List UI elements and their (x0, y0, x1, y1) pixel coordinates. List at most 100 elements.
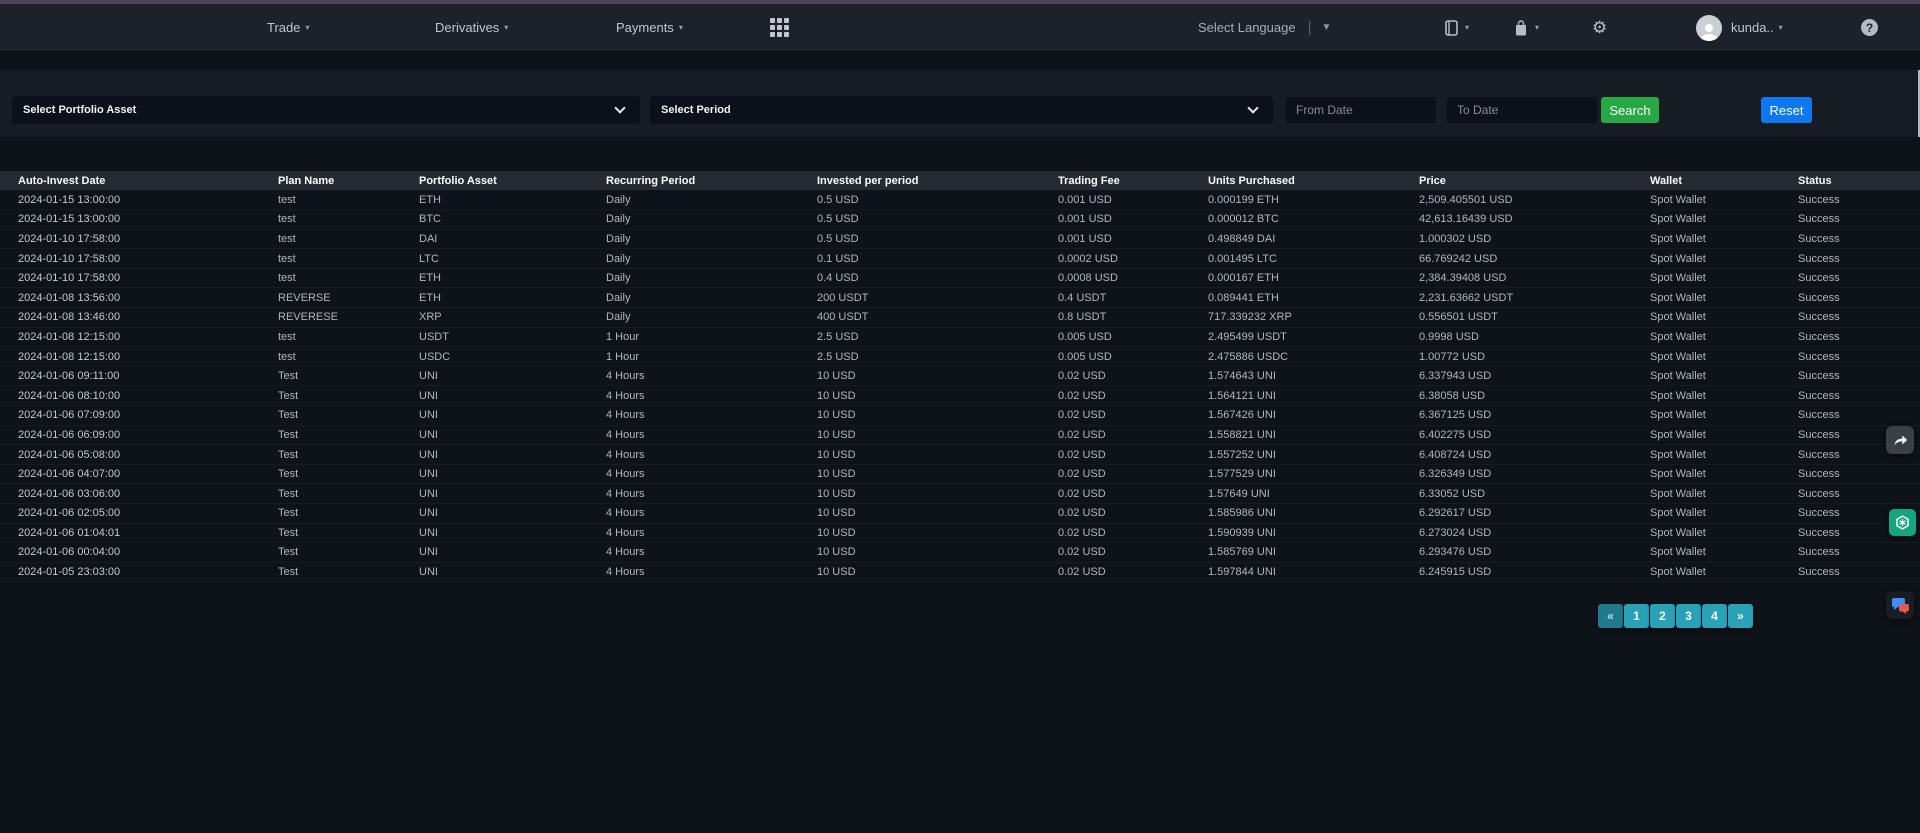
table-cell: 400 USDT (799, 308, 1040, 328)
table-cell: 10 USD (799, 523, 1040, 543)
help-button[interactable]: ? (1861, 4, 1878, 51)
chevron-down-icon: ▾ (1535, 23, 1539, 32)
portfolio-asset-select[interactable]: Select Portfolio Asset (12, 96, 640, 124)
table-cell: Daily (588, 249, 799, 269)
pagination-page-button[interactable]: 3 (1676, 604, 1701, 628)
table-cell: 4 Hours (588, 464, 799, 484)
chatgpt-extension-button[interactable] (1889, 509, 1916, 536)
share-arrow-icon (1891, 431, 1909, 449)
table-cell: 0.02 USD (1040, 504, 1190, 524)
chevron-down-icon: ▾ (504, 23, 508, 32)
orders-menu[interactable]: ▾ (1512, 4, 1539, 51)
table-cell: 0.000199 ETH (1190, 190, 1401, 210)
table-cell: 2,384.39408 USD (1401, 268, 1632, 288)
period-select[interactable]: Select Period (650, 96, 1273, 124)
top-navbar: Trade ▾ Derivatives ▾ Payments ▾ Select … (0, 4, 1920, 51)
pagination-next-button[interactable]: » (1728, 604, 1753, 628)
table-cell: 10 USD (799, 543, 1040, 563)
table-cell: 0.02 USD (1040, 562, 1190, 582)
settings-button[interactable]: ⚙ (1592, 4, 1607, 51)
table-cell: Test (260, 406, 401, 426)
pagination-prev-button[interactable]: « (1598, 604, 1623, 628)
table-cell: 2024-01-06 04:07:00 (0, 464, 260, 484)
to-date-input[interactable] (1447, 97, 1597, 123)
wallet-menu[interactable]: ▾ (1442, 4, 1469, 51)
filter-panel: Select Portfolio Asset Select Period Sea… (0, 70, 1920, 137)
table-row: 2024-01-06 09:11:00TestUNI4 Hours10 USD0… (0, 366, 1920, 386)
table-cell: ETH (401, 288, 588, 308)
table-cell: UNI (401, 562, 588, 582)
table-cell: 1.567426 UNI (1190, 406, 1401, 426)
table-cell: UNI (401, 484, 588, 504)
table-cell: 1.590939 UNI (1190, 523, 1401, 543)
table-cell: UNI (401, 464, 588, 484)
column-header: Trading Fee (1040, 171, 1190, 190)
table-cell: 2024-01-06 05:08:00 (0, 445, 260, 465)
table-cell: 0.1 USD (799, 249, 1040, 269)
table-cell: 2024-01-06 00:04:00 (0, 543, 260, 563)
language-selector[interactable]: Select Language | ▼ (1198, 4, 1331, 51)
table-cell: 200 USDT (799, 288, 1040, 308)
table-cell: Spot Wallet (1632, 327, 1780, 347)
search-button[interactable]: Search (1601, 97, 1659, 123)
from-date-input[interactable] (1286, 97, 1436, 123)
table-row: 2024-01-10 17:58:00testDAIDaily0.5 USD0.… (0, 229, 1920, 249)
language-label: Select Language (1198, 20, 1296, 35)
chat-widget-button[interactable] (1886, 591, 1914, 619)
menu-derivatives[interactable]: Derivatives ▾ (435, 4, 508, 51)
table-cell: 10 USD (799, 366, 1040, 386)
table-cell: 0.005 USD (1040, 347, 1190, 367)
shopping-bag-icon (1512, 19, 1530, 37)
table-cell: 6.367125 USD (1401, 406, 1632, 426)
table-cell: 0.0008 USD (1040, 268, 1190, 288)
table-cell: test (260, 268, 401, 288)
table-cell: Success (1780, 210, 1920, 230)
table-cell: 4 Hours (588, 504, 799, 524)
pagination-page-button[interactable]: 2 (1650, 604, 1675, 628)
table-cell: UNI (401, 543, 588, 563)
table-cell: 0.089441 ETH (1190, 288, 1401, 308)
table-cell: Spot Wallet (1632, 406, 1780, 426)
history-table-header-row: Auto-Invest DatePlan NamePortfolio Asset… (0, 171, 1920, 190)
table-cell: Daily (588, 210, 799, 230)
menu-trade[interactable]: Trade ▾ (267, 4, 310, 51)
table-cell: 4 Hours (588, 523, 799, 543)
table-cell: 0.001 USD (1040, 190, 1190, 210)
pagination-page-button[interactable]: 4 (1702, 604, 1727, 628)
menu-payments[interactable]: Payments ▾ (616, 4, 683, 51)
pagination-page-button[interactable]: 1 (1624, 604, 1649, 628)
table-cell: Spot Wallet (1632, 288, 1780, 308)
reset-button[interactable]: Reset (1761, 97, 1812, 123)
table-cell: Test (260, 484, 401, 504)
column-header: Plan Name (260, 171, 401, 190)
user-menu[interactable]: kunda.. ▾ (1696, 4, 1783, 51)
chevron-down-icon (614, 102, 625, 113)
table-cell: 10 USD (799, 484, 1040, 504)
table-row: 2024-01-06 00:04:00TestUNI4 Hours10 USD0… (0, 543, 1920, 563)
table-row: 2024-01-10 17:58:00testLTCDaily0.1 USD0.… (0, 249, 1920, 269)
table-cell: 0.5 USD (799, 229, 1040, 249)
table-cell: 66.769242 USD (1401, 249, 1632, 269)
apps-grid-button[interactable] (770, 4, 789, 51)
table-row: 2024-01-08 12:15:00testUSDT1 Hour2.5 USD… (0, 327, 1920, 347)
table-row: 2024-01-06 04:07:00TestUNI4 Hours10 USD0… (0, 464, 1920, 484)
table-cell: Success (1780, 562, 1920, 582)
table-cell: 0.9998 USD (1401, 327, 1632, 347)
table-cell: 1.585769 UNI (1190, 543, 1401, 563)
table-cell: 1.558821 UNI (1190, 425, 1401, 445)
table-cell: 1.000302 USD (1401, 229, 1632, 249)
table-cell: 0.02 USD (1040, 406, 1190, 426)
share-extension-button[interactable] (1886, 426, 1914, 454)
table-cell: ETH (401, 268, 588, 288)
table-cell: 10 USD (799, 386, 1040, 406)
table-cell: Spot Wallet (1632, 562, 1780, 582)
auto-invest-history-table: Auto-Invest DatePlan NamePortfolio Asset… (0, 171, 1920, 582)
table-cell: 1.574643 UNI (1190, 366, 1401, 386)
table-cell: BTC (401, 210, 588, 230)
table-row: 2024-01-06 02:05:00TestUNI4 Hours10 USD0… (0, 504, 1920, 524)
table-cell: 10 USD (799, 504, 1040, 524)
period-select-label: Select Period (650, 104, 731, 116)
table-cell: 2024-01-06 02:05:00 (0, 504, 260, 524)
table-cell: 2.495499 USDT (1190, 327, 1401, 347)
table-cell: test (260, 347, 401, 367)
